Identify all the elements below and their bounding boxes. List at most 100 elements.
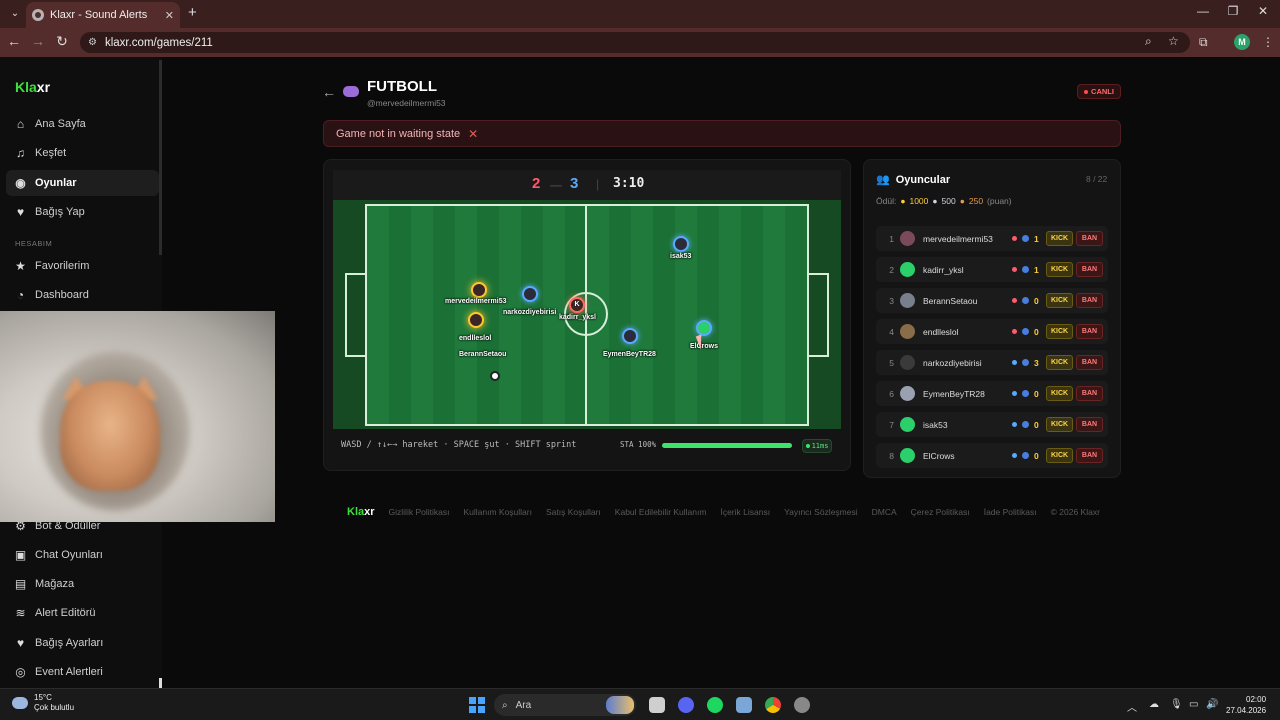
player-score: 1	[1034, 233, 1039, 244]
microphone-icon[interactable]: 🎙	[1170, 699, 1183, 710]
klaxr-logo[interactable]: Klaxr	[15, 79, 50, 95]
ban-button[interactable]: BAN	[1076, 448, 1103, 463]
team-dot-icon	[1012, 360, 1017, 365]
footer-link[interactable]: İçerik Lisansı	[720, 507, 770, 517]
kick-button[interactable]: KICK	[1046, 231, 1073, 246]
onedrive-icon[interactable]: ☁	[1149, 699, 1159, 710]
close-window-button[interactable]: ✕	[1253, 4, 1273, 18]
player-name: EymenBeyTR28	[603, 351, 656, 358]
footer-link[interactable]: Kabul Edilebilir Kullanım	[615, 507, 707, 517]
minimize-button[interactable]: —	[1193, 4, 1213, 18]
ping-dot-icon	[805, 444, 810, 448]
profile-avatar[interactable]: M	[1234, 34, 1250, 50]
back-button[interactable]: ←	[4, 33, 24, 49]
kick-button[interactable]: KICK	[1046, 324, 1073, 339]
ban-button[interactable]: BAN	[1076, 386, 1103, 401]
windows-start-icon[interactable]	[469, 697, 485, 713]
football-pitch[interactable]: mervedeilmermi53 narkozdiyebirisi K kadi…	[333, 200, 841, 429]
points-icon	[1022, 328, 1029, 335]
live-label: CANLI	[1091, 87, 1114, 96]
new-tab-button[interactable]: +	[188, 5, 197, 21]
footer-link[interactable]: Yayıncı Sözleşmesi	[784, 507, 858, 517]
game-owner[interactable]: @mervedeilmermi53	[367, 98, 446, 108]
sidebar-item-dashboard[interactable]: ◔ Dashboard	[6, 282, 159, 308]
footer-link[interactable]: Çerez Politikası	[911, 507, 970, 517]
taskbar-search[interactable]: ⌕ Ara	[494, 694, 636, 716]
sidebar-item-donate[interactable]: ♥ Bağış Yap	[6, 199, 159, 225]
sidebar-item-games[interactable]: ◉ Oyunlar	[6, 170, 159, 196]
sidebar-item-label: Keşfet	[35, 147, 67, 159]
ban-button[interactable]: BAN	[1076, 355, 1103, 370]
spotify-icon[interactable]	[707, 697, 723, 713]
menu-icon[interactable]: ⋮	[1262, 35, 1274, 49]
kick-button[interactable]: KICK	[1046, 293, 1073, 308]
bookmark-star-icon[interactable]: ☆	[1168, 34, 1179, 48]
ban-button[interactable]: BAN	[1076, 262, 1103, 277]
volume-icon[interactable]: 🔊	[1206, 699, 1218, 710]
ban-button[interactable]: BAN	[1076, 324, 1103, 339]
sidebar-item-favorites[interactable]: ★ Favorilerim	[6, 253, 159, 279]
clock-time: 02:00	[1246, 695, 1267, 704]
ban-button[interactable]: BAN	[1076, 231, 1103, 246]
kick-button[interactable]: KICK	[1046, 386, 1073, 401]
sidebar-item-event-alerts[interactable]: ◎ Event Alertleri	[6, 659, 159, 685]
site-info-icon[interactable]: ⚙	[88, 37, 97, 48]
alert-close-icon[interactable]: ✕	[468, 127, 478, 141]
tab-close-icon[interactable]: ✕	[165, 9, 174, 22]
store-icon: ▤	[14, 577, 27, 591]
avatar	[900, 293, 915, 308]
forward-button[interactable]: →	[28, 33, 48, 49]
player-rank: 1	[889, 233, 894, 244]
kick-button[interactable]: KICK	[1046, 448, 1073, 463]
player-token	[471, 282, 487, 298]
footer-link[interactable]: Kullanım Koşulları	[463, 507, 532, 517]
search-label: Ara	[515, 699, 532, 711]
sidebar-item-explore[interactable]: ♫ Keşfet	[6, 140, 159, 166]
chevron-up-icon[interactable]: ︿	[1127, 699, 1137, 714]
reward-unit: (puan)	[987, 196, 1012, 206]
system-clock[interactable]: 02:00 27.04.2026	[1226, 694, 1266, 716]
app-icon[interactable]	[736, 697, 752, 713]
weather-desc: Çok bulutlu	[34, 703, 75, 712]
sidebar-item-home[interactable]: ⌂ Ana Sayfa	[6, 111, 159, 137]
sidebar-item-label: Mağaza	[35, 578, 75, 590]
sidebar-scroll-thumb[interactable]	[159, 678, 162, 688]
webcam-overlay	[0, 311, 275, 522]
player-row: 2 kadirr_yksl 1 KICK BAN	[876, 257, 1108, 282]
back-arrow-icon[interactable]: ←	[322, 84, 336, 100]
footer-link[interactable]: İade Politikası	[984, 507, 1037, 517]
zoom-icon[interactable]: ⌕	[1145, 34, 1152, 49]
footer-link[interactable]: Gizlilik Politikası	[389, 507, 450, 517]
player-score: 3	[1034, 357, 1039, 368]
sidebar-scrollbar[interactable]	[159, 60, 162, 255]
ban-button[interactable]: BAN	[1076, 417, 1103, 432]
discord-icon[interactable]	[678, 697, 694, 713]
reload-button[interactable]: ↻	[52, 33, 72, 50]
player-row: 4 endlleslol 0 KICK BAN	[876, 319, 1108, 344]
sidebar-item-store[interactable]: ▤ Mağaza	[6, 571, 159, 597]
sidebar-item-chat-games[interactable]: ▣ Chat Oyunları	[6, 542, 159, 568]
kick-button[interactable]: KICK	[1046, 262, 1073, 277]
task-view-icon[interactable]	[649, 697, 665, 713]
chrome-icon[interactable]	[765, 697, 781, 713]
weather-widget[interactable]: 15°C Çok bulutlu	[12, 693, 74, 713]
points-icon	[1022, 452, 1029, 459]
heart-icon: ♥	[16, 205, 25, 219]
browser-tab[interactable]: Klaxr - Sound Alerts ✕	[26, 2, 180, 28]
player-token	[696, 320, 712, 336]
ban-button[interactable]: BAN	[1076, 293, 1103, 308]
settings-app-icon[interactable]	[794, 697, 810, 713]
tab-list-button[interactable]: ⌄	[6, 5, 24, 23]
restore-button[interactable]: ❐	[1223, 4, 1243, 18]
footer-logo[interactable]: Klaxr	[347, 506, 375, 518]
sidebar-item-alert-editor[interactable]: ≋ Alert Editörü	[6, 600, 159, 626]
kick-button[interactable]: KICK	[1046, 355, 1073, 370]
kick-button[interactable]: KICK	[1046, 417, 1073, 432]
player-rank: 6	[889, 388, 894, 399]
footer-link[interactable]: DMCA	[872, 507, 897, 517]
network-icon[interactable]: ▭	[1189, 699, 1198, 710]
sidebar-item-donation-settings[interactable]: ♥ Bağış Ayarları	[6, 630, 159, 656]
extensions-icon[interactable]: ⧉	[1199, 35, 1208, 50]
address-bar[interactable]: ⚙ klaxr.com/games/211 ⌕ ☆	[80, 32, 1190, 53]
footer-link[interactable]: Satış Koşulları	[546, 507, 601, 517]
